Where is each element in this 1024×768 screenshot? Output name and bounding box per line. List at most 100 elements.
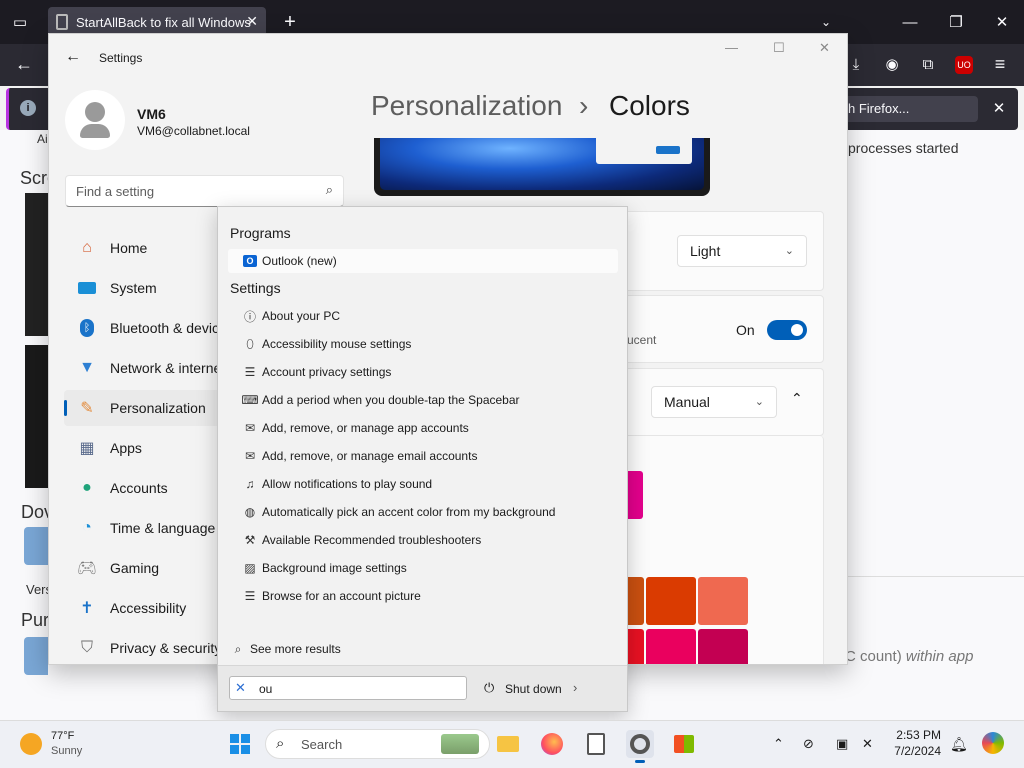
- color-swatch[interactable]: [646, 577, 696, 625]
- home-icon: ⌂: [82, 239, 92, 256]
- settings-result-item[interactable]: ✉ Add, remove, or manage email accounts: [228, 444, 618, 468]
- ublock-icon[interactable]: UO: [955, 56, 973, 74]
- nav-item-time-language[interactable]: ◔ Time & language: [64, 510, 234, 546]
- settings-result-item[interactable]: ♫ Allow notifications to play sound: [228, 472, 618, 496]
- image-icon: ▨: [244, 561, 256, 575]
- bluetooth-icon: ᛒ: [76, 317, 98, 339]
- display-icon[interactable]: ▣: [836, 736, 848, 752]
- chevron-right-icon[interactable]: ›: [573, 680, 577, 695]
- gaming-icon: 🎮︎: [76, 560, 98, 577]
- settings-result-item[interactable]: ◍ Automatically pick an accent color from…: [228, 500, 618, 524]
- settings-result-item[interactable]: ☰ Account privacy settings: [228, 360, 618, 384]
- taskbar-search-placeholder: Search: [301, 737, 343, 752]
- network-icon: ▼: [79, 359, 95, 376]
- accounts-icon: ●: [82, 479, 92, 496]
- tray-overflow-icon[interactable]: ⌃: [773, 736, 784, 752]
- nav-item-network[interactable]: ▼ Network & internet: [64, 350, 234, 386]
- settings-close-icon[interactable]: ✕: [819, 40, 830, 56]
- avatar[interactable]: [65, 90, 125, 150]
- bg-download-button[interactable]: [24, 527, 48, 565]
- nav-item-accessibility[interactable]: ✝ Accessibility: [64, 590, 234, 626]
- notification-close-icon[interactable]: ✕: [985, 94, 1013, 122]
- breadcrumb-parent[interactable]: Personalization: [371, 90, 562, 122]
- search-icon: ⌕: [234, 641, 242, 656]
- mode-dropdown[interactable]: Light ⌄: [677, 235, 807, 267]
- clock-date[interactable]: 7/2/2024: [886, 744, 941, 758]
- copilot-icon[interactable]: [982, 732, 1004, 754]
- nav-item-bluetooth[interactable]: ᛒ Bluetooth & devices: [64, 310, 234, 346]
- settings-icon[interactable]: [626, 730, 654, 758]
- settings-result-item[interactable]: ⚒ Available Recommended troubleshooters: [228, 528, 618, 552]
- mail-icon: ✉: [244, 421, 256, 435]
- settings-minimize-icon[interactable]: —: [725, 40, 738, 55]
- start-icon[interactable]: [226, 730, 254, 758]
- restore-icon[interactable]: ❐: [942, 8, 970, 36]
- back-icon[interactable]: ←: [10, 50, 38, 78]
- shutdown-label[interactable]: Shut down: [505, 682, 562, 696]
- programs-header: Programs: [230, 225, 291, 241]
- settings-maximize-icon[interactable]: ☐: [773, 40, 785, 56]
- nav-item-accounts[interactable]: ● Accounts: [64, 470, 234, 506]
- weather-condition[interactable]: Sunny: [51, 745, 82, 757]
- new-tab-icon[interactable]: +: [276, 8, 304, 36]
- mail-icon: ✉: [244, 449, 256, 463]
- nav-item-privacy-security[interactable]: ⛉ Privacy & security: [64, 630, 234, 664]
- sun-icon[interactable]: [20, 733, 42, 755]
- settings-result-item[interactable]: ▨ Background image settings: [228, 556, 618, 580]
- nav-item-personalization[interactable]: ✎ Personalization: [64, 390, 234, 426]
- page-title: Colors: [609, 90, 690, 121]
- file-explorer-icon[interactable]: [494, 730, 522, 758]
- settings-result-item[interactable]: ✉ Add, remove, or manage app accounts: [228, 416, 618, 440]
- settings-back-icon[interactable]: ←: [65, 48, 81, 66]
- network-off-icon[interactable]: ⊘: [803, 736, 814, 752]
- nav-item-gaming[interactable]: 🎮︎ Gaming: [64, 550, 234, 586]
- weather-temp[interactable]: 77°F: [51, 730, 74, 742]
- color-swatch[interactable]: [698, 629, 748, 664]
- flyout-search-input[interactable]: ✕ ou: [229, 676, 467, 700]
- clear-search-icon[interactable]: ✕: [235, 680, 246, 696]
- nav-item-apps[interactable]: ▦ Apps: [64, 430, 234, 466]
- transparency-subtext: ucent: [627, 333, 657, 347]
- program-item-outlook[interactable]: O Outlook (new): [228, 249, 618, 273]
- firefox-icon[interactable]: [538, 730, 566, 758]
- bg-processes-text: processes started: [848, 140, 959, 156]
- shield-icon: ⛉: [80, 639, 93, 656]
- find-setting-input[interactable]: Find a setting ⌕: [65, 175, 344, 207]
- extensions-icon[interactable]: ⧉: [914, 50, 942, 78]
- volume-mute-icon[interactable]: ✕: [862, 736, 873, 752]
- color-swatch[interactable]: [698, 577, 748, 625]
- active-app-indicator: [635, 760, 645, 763]
- chevron-down-icon: ⌄: [754, 396, 764, 408]
- store-icon[interactable]: [670, 730, 698, 758]
- accent-dropdown[interactable]: Manual ⌄: [651, 386, 777, 418]
- nav-item-home[interactable]: ⌂ Home: [64, 230, 234, 266]
- account-icon[interactable]: ◉: [878, 50, 906, 78]
- taskbar-search[interactable]: ⌕ Search: [265, 729, 490, 759]
- see-more-results[interactable]: ⌕ See more results: [218, 637, 608, 661]
- breadcrumb-separator: ›: [579, 90, 589, 121]
- tab-title: StartAllBack to fix all Windows: [76, 14, 251, 30]
- notification-bell-icon[interactable]: 🔔︎: [950, 736, 968, 753]
- clock-time[interactable]: 2:53 PM: [893, 728, 941, 742]
- menu-icon[interactable]: ≡: [986, 50, 1014, 78]
- tab-list-icon[interactable]: ▭: [6, 8, 34, 36]
- nav-item-system[interactable]: System: [64, 270, 234, 306]
- settings-result-item[interactable]: ☰ Browse for an account picture: [228, 584, 618, 608]
- close-icon[interactable]: ✕: [988, 8, 1016, 36]
- tab-close-icon[interactable]: ✕: [246, 13, 258, 30]
- settings-result-item[interactable]: ⌨ Add a period when you double-tap the Sp…: [228, 388, 618, 412]
- chevron-up-icon[interactable]: ⌃: [791, 390, 803, 407]
- settings-result-item[interactable]: ⬯ Accessibility mouse settings: [228, 332, 618, 356]
- mouse-icon: ⬯: [246, 336, 254, 351]
- brush-icon: ✎: [80, 400, 94, 417]
- search-highlight-icon: [441, 734, 479, 754]
- minimize-icon[interactable]: —: [896, 8, 924, 36]
- wrench-icon: ⚒: [244, 533, 256, 547]
- color-swatch[interactable]: [646, 629, 696, 664]
- settings-result-item[interactable]: ⓘ About your PC: [228, 304, 618, 328]
- notepad-icon[interactable]: [582, 730, 610, 758]
- tab-overflow-icon[interactable]: ⌄: [812, 8, 840, 36]
- transparency-toggle[interactable]: [767, 320, 807, 340]
- accessibility-icon: ✝: [80, 600, 94, 617]
- bg-purchase-button[interactable]: [24, 637, 48, 675]
